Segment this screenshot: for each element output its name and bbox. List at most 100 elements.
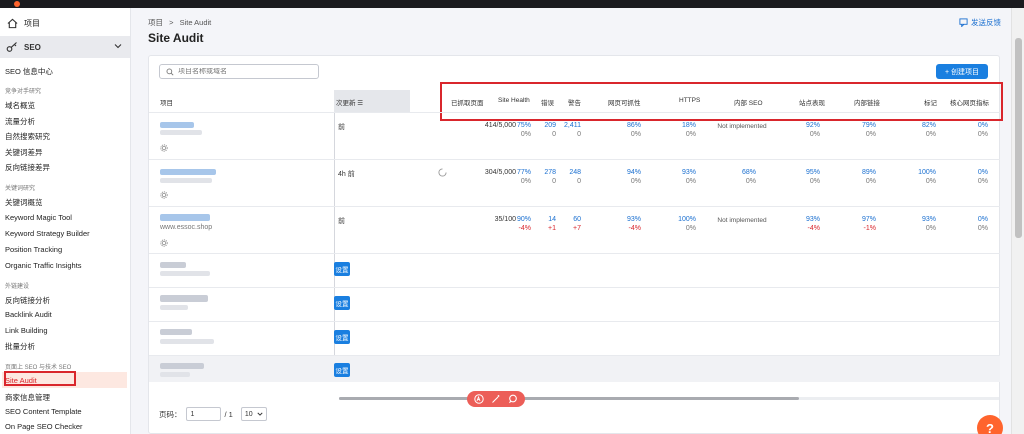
sidebar-item-keyword-overview[interactable]: 关键词概览 — [5, 197, 43, 208]
sidebar-item-organic-research[interactable]: 自然搜索研究 — [5, 131, 50, 142]
setup-project-button[interactable]: 设置 — [334, 330, 350, 344]
cell-core-web-vitals[interactable]: 0% — [978, 122, 988, 129]
sidebar-item-listing-management[interactable]: 商家信息管理 — [5, 392, 50, 403]
cell-errors[interactable]: 209 — [544, 122, 556, 129]
cell-site-health-delta: 0% — [520, 178, 531, 185]
table-row[interactable]: 设置 — [149, 355, 1000, 382]
cell-internal-links[interactable]: 79% — [862, 122, 876, 129]
table-row[interactable]: 前 414/5,000 75% 0% 209 0 2,411 0 86% 0% … — [149, 112, 1000, 159]
sidebar-item-on-page-checker[interactable]: On Page SEO Checker — [5, 422, 83, 431]
sidebar-item-domain-overview[interactable]: 域名概览 — [5, 100, 35, 111]
page-vertical-scrollbar[interactable] — [1011, 8, 1024, 434]
project-name-redacted — [160, 122, 194, 128]
cell-warnings[interactable]: 248 — [569, 169, 581, 176]
cell-markup[interactable]: 93% — [922, 216, 936, 223]
cell-crawlability[interactable]: 86% — [627, 122, 641, 129]
cell-https[interactable]: 18% — [682, 122, 696, 129]
table-row[interactable]: 设置 — [149, 287, 1000, 321]
cell-https[interactable]: 100% — [678, 216, 696, 223]
breadcrumb: 项目 > Site Audit — [148, 17, 211, 28]
cell-markup[interactable]: 82% — [922, 122, 936, 129]
project-domain-redacted — [160, 372, 190, 377]
breadcrumb-separator: > — [169, 18, 174, 27]
cell-performance[interactable]: 93% — [806, 216, 820, 223]
cell-internal-seo[interactable]: 68% — [742, 169, 756, 176]
loading-spinner-icon — [438, 168, 447, 179]
cell-errors[interactable]: 14 — [548, 216, 556, 223]
breadcrumb-current: Site Audit — [179, 18, 212, 27]
search-icon[interactable] — [507, 394, 518, 405]
sidebar-item-traffic-analysis[interactable]: 流量分析 — [5, 116, 35, 127]
ai-icon[interactable] — [474, 394, 485, 405]
column-header-updated[interactable]: 次更新 ☰ — [334, 90, 410, 112]
setup-project-button[interactable]: 设置 — [334, 262, 350, 276]
sidebar-item-seo-dashboard[interactable]: SEO 信息中心 — [5, 66, 53, 77]
sidebar-item-backlink-gap[interactable]: 反向链接差异 — [5, 162, 50, 173]
cell-core-web-vitals[interactable]: 0% — [978, 216, 988, 223]
table-row[interactable]: www.essoc.shop 前 35/100 90% -4% 14 +1 60… — [149, 206, 1000, 253]
table-row[interactable]: 4h 前 304/5,000 77% 0% 278 0 248 0 94% 0%… — [149, 159, 1000, 206]
gear-icon[interactable] — [160, 239, 168, 249]
create-project-button[interactable]: + 创建项目 — [936, 64, 988, 79]
annotation-box-site-audit — [4, 371, 76, 386]
feedback-link[interactable]: 发送反馈 — [959, 17, 1001, 28]
sidebar-item-keyword-gap[interactable]: 关键词差异 — [5, 147, 43, 158]
cell-internal-links[interactable]: 97% — [862, 216, 876, 223]
cell-crawlability[interactable]: 94% — [627, 169, 641, 176]
page-size-select[interactable]: 10 — [240, 407, 267, 421]
sidebar-item-keyword-strategy[interactable]: Keyword Strategy Builder — [5, 229, 90, 238]
sidebar-item-position-tracking[interactable]: Position Tracking — [5, 245, 62, 254]
cell-markup[interactable]: 100% — [918, 169, 936, 176]
sidebar-item-backlink-analytics[interactable]: 反向链接分析 — [5, 295, 50, 306]
page-number-input[interactable]: 1 — [185, 407, 221, 421]
cell-internal-links[interactable]: 89% — [862, 169, 876, 176]
chevron-down-icon — [114, 42, 122, 52]
gear-icon[interactable] — [160, 144, 168, 154]
cell-errors-delta: +1 — [548, 225, 556, 232]
sidebar-item-seo-content-template[interactable]: SEO Content Template — [5, 407, 82, 416]
cell-crawlability-delta: 0% — [630, 131, 641, 138]
column-header-project[interactable]: 项目 — [160, 97, 173, 107]
cell-errors[interactable]: 278 — [544, 169, 556, 176]
project-domain-redacted — [160, 305, 188, 310]
sidebar-section-link-building: 外链建设 — [5, 284, 30, 290]
setup-project-button[interactable]: 设置 — [334, 296, 350, 310]
magic-wand-icon[interactable] — [490, 394, 501, 405]
cell-updated: 前 — [338, 218, 345, 225]
sidebar-section-seo[interactable]: SEO — [0, 36, 130, 58]
brand-logo[interactable] — [14, 1, 20, 7]
cell-site-health[interactable]: 77% — [517, 169, 531, 176]
project-name-redacted — [160, 329, 192, 335]
cell-core-web-vitals[interactable]: 0% — [978, 169, 988, 176]
cell-performance[interactable]: 95% — [806, 169, 820, 176]
project-domain[interactable]: www.essoc.shop — [160, 224, 212, 231]
cell-warnings[interactable]: 2,411 — [564, 122, 581, 129]
cell-site-health[interactable]: 75% — [517, 122, 531, 129]
search-input[interactable] — [178, 68, 318, 75]
table-row[interactable]: 设置 — [149, 253, 1000, 287]
search-box[interactable] — [159, 64, 319, 79]
help-button[interactable]: ? — [977, 415, 1003, 434]
sidebar-item-backlink-audit[interactable]: Backlink Audit — [5, 310, 52, 319]
scrollbar-thumb[interactable] — [1015, 38, 1022, 238]
sidebar-item-link-building[interactable]: Link Building — [5, 326, 48, 335]
projects-card: + 创建项目 项目 次更新 ☰ 已抓取页面 Site Health 错误 警告 … — [148, 55, 1003, 434]
gear-icon[interactable] — [160, 191, 168, 201]
cell-performance[interactable]: 92% — [806, 122, 820, 129]
sidebar-item-bulk-analysis[interactable]: 批量分析 — [5, 341, 35, 352]
cell-performance-delta: -4% — [807, 225, 820, 232]
cell-site-health[interactable]: 90% — [517, 216, 531, 223]
sidebar-item-organic-traffic[interactable]: Organic Traffic Insights — [5, 261, 82, 270]
cell-errors-delta: 0 — [552, 178, 556, 185]
cell-markup-delta: 0% — [925, 131, 936, 138]
cell-crawlability[interactable]: 93% — [627, 216, 641, 223]
sidebar-item-projects[interactable]: 项目 — [0, 12, 130, 34]
cell-warnings[interactable]: 60 — [573, 216, 581, 223]
sidebar-item-keyword-magic[interactable]: Keyword Magic Tool — [5, 213, 72, 222]
cell-https[interactable]: 93% — [682, 169, 696, 176]
horizontal-scrollbar[interactable] — [339, 397, 799, 400]
breadcrumb-root[interactable]: 项目 — [148, 18, 163, 27]
cell-site-health-delta: -4% — [518, 225, 531, 232]
table-row[interactable]: 设置 — [149, 321, 1000, 355]
setup-project-button[interactable]: 设置 — [334, 363, 350, 377]
